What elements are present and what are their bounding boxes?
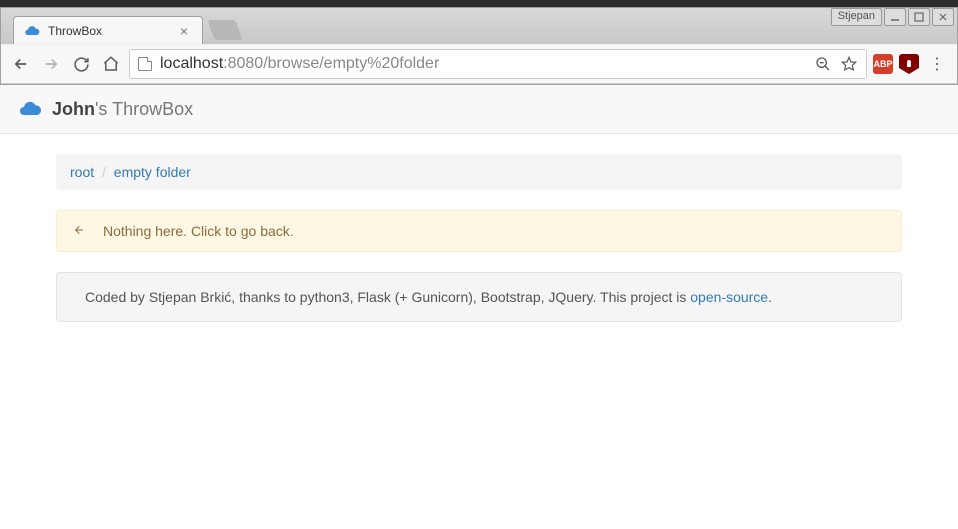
open-source-link[interactable]: open-source [690, 289, 768, 305]
new-tab-button[interactable] [207, 20, 242, 40]
minimize-button[interactable] [884, 8, 906, 26]
alert-message: Nothing here. Click to go back. [103, 223, 294, 239]
browser-chrome: ThrowBox × localhost:8080/browse/empty%2… [0, 7, 958, 85]
url-text: localhost:8080/browse/empty%20folder [160, 55, 806, 73]
arrow-left-icon [71, 223, 87, 239]
breadcrumb: root / empty folder [56, 154, 902, 190]
window-user-label: Stjepan [831, 8, 882, 26]
footer-text-before: Coded by Stjepan Brkić, thanks to python… [85, 289, 690, 305]
empty-folder-alert[interactable]: Nothing here. Click to go back. [56, 210, 902, 252]
browser-menu-icon[interactable]: ⋮ [925, 54, 949, 74]
page-info-icon[interactable] [138, 57, 152, 71]
breadcrumb-root-link[interactable]: root [70, 164, 94, 180]
content-container: root / empty folder Nothing here. Click … [0, 134, 958, 342]
app-title: John's ThrowBox [52, 99, 193, 120]
home-button[interactable] [99, 52, 123, 76]
browser-toolbar: localhost:8080/browse/empty%20folder ABP… [1, 44, 957, 84]
tab-strip: ThrowBox × [1, 8, 957, 44]
page-content: John's ThrowBox root / empty folder Noth… [0, 85, 958, 529]
reload-button[interactable] [69, 52, 93, 76]
breadcrumb-separator: / [102, 164, 106, 180]
tab-title: ThrowBox [48, 24, 168, 38]
maximize-button[interactable] [908, 8, 930, 26]
forward-button[interactable] [39, 52, 63, 76]
desktop-titlebar [0, 0, 958, 7]
app-owner: John [52, 99, 95, 119]
address-bar[interactable]: localhost:8080/browse/empty%20folder [129, 49, 867, 79]
breadcrumb-current-link[interactable]: empty folder [114, 164, 191, 180]
browser-tab[interactable]: ThrowBox × [13, 16, 203, 44]
window-controls: Stjepan [831, 8, 954, 26]
footer-well: Coded by Stjepan Brkić, thanks to python… [56, 272, 902, 322]
url-path: :8080/browse/empty%20folder [223, 55, 439, 72]
close-tab-icon[interactable]: × [176, 23, 192, 39]
zoom-icon[interactable] [814, 55, 832, 73]
back-button[interactable] [9, 52, 33, 76]
cloud-icon [24, 23, 40, 39]
close-window-button[interactable] [932, 8, 954, 26]
adblock-plus-icon[interactable]: ABP [873, 54, 893, 74]
app-header: John's ThrowBox [0, 85, 958, 134]
url-host: localhost [160, 55, 223, 72]
bookmark-star-icon[interactable] [840, 55, 858, 73]
cloud-icon [18, 97, 42, 121]
app-title-suffix: 's ThrowBox [95, 99, 193, 119]
ublock-icon[interactable] [899, 54, 919, 74]
footer-text-after: . [768, 289, 772, 305]
